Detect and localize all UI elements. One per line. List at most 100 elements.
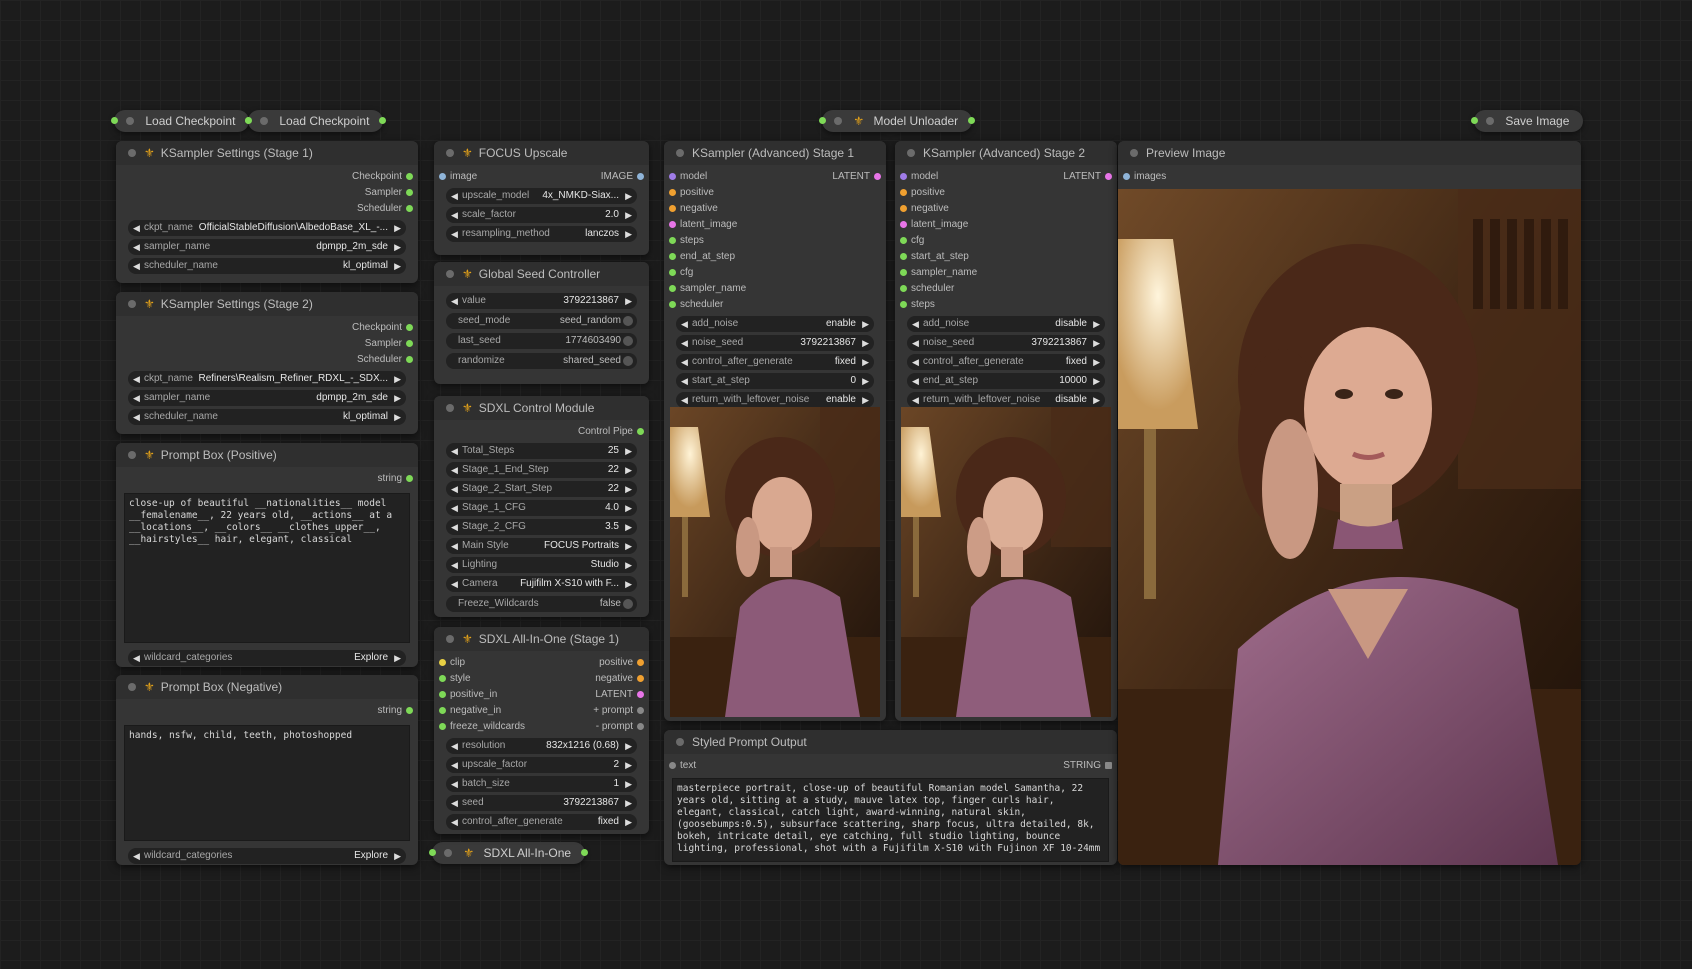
input-slot[interactable] xyxy=(900,285,907,292)
input-dot[interactable] xyxy=(245,117,252,124)
save-image-node[interactable]: Save Image xyxy=(1471,110,1584,132)
node-title-bar[interactable]: ⚜ FOCUS Upscale xyxy=(434,141,649,165)
left-arrow-icon[interactable]: ◀ xyxy=(451,576,458,592)
return-with-leftover-noise-combo[interactable]: ◀ return_with_leftover_noise disable ▶ xyxy=(907,392,1105,408)
add-noise-combo[interactable]: ◀ add_noise disable ▶ xyxy=(907,316,1105,332)
ckpt-name-combo[interactable]: ◀ ckpt_name Refiners\Realism_Refiner_RDXL_… xyxy=(128,371,406,387)
collapse-dot[interactable] xyxy=(128,682,136,691)
collapse-dot[interactable] xyxy=(444,848,452,857)
left-arrow-icon[interactable]: ◀ xyxy=(681,316,688,332)
input-slot[interactable] xyxy=(900,205,907,212)
output-slot[interactable] xyxy=(406,707,413,714)
left-arrow-icon[interactable]: ◀ xyxy=(451,738,458,754)
noise-seed-number[interactable]: ◀ noise_seed 3792213867 ▶ xyxy=(907,335,1105,351)
ckpt-name-combo[interactable]: ◀ ckpt_name OfficialStableDiffusion\Albedo… xyxy=(128,220,406,236)
input-slot[interactable] xyxy=(900,221,907,228)
output-slot[interactable] xyxy=(637,691,644,698)
left-arrow-icon[interactable]: ◀ xyxy=(133,650,140,666)
right-arrow-icon[interactable]: ▶ xyxy=(625,443,632,459)
right-arrow-icon[interactable]: ▶ xyxy=(862,335,869,351)
right-arrow-icon[interactable]: ▶ xyxy=(625,795,632,811)
right-arrow-icon[interactable]: ▶ xyxy=(394,239,401,255)
input-slot[interactable] xyxy=(669,173,676,180)
output-slot[interactable] xyxy=(637,723,644,730)
load-checkpoint-node-2[interactable]: Load Checkpoint xyxy=(245,110,387,132)
input-slot[interactable] xyxy=(1123,173,1130,180)
right-arrow-icon[interactable]: ▶ xyxy=(862,354,869,370)
total-steps-number[interactable]: ◀ Total_Steps 25 ▶ xyxy=(446,443,637,459)
collapse-dot[interactable] xyxy=(446,148,454,157)
collapse-dot[interactable] xyxy=(126,116,134,125)
end-at-step-number[interactable]: ◀ end_at_step 10000 ▶ xyxy=(907,373,1105,389)
right-arrow-icon[interactable]: ▶ xyxy=(1093,373,1100,389)
collapse-dot[interactable] xyxy=(446,269,454,278)
right-arrow-icon[interactable]: ▶ xyxy=(1093,392,1100,408)
input-slot[interactable] xyxy=(900,237,907,244)
right-arrow-icon[interactable]: ▶ xyxy=(625,519,632,535)
output-slot[interactable] xyxy=(406,324,413,331)
left-arrow-icon[interactable]: ◀ xyxy=(133,371,140,387)
node-title-bar[interactable]: KSampler (Advanced) Stage 2 xyxy=(895,141,1117,165)
output-slot[interactable] xyxy=(406,475,413,482)
right-arrow-icon[interactable]: ▶ xyxy=(862,373,869,389)
left-arrow-icon[interactable]: ◀ xyxy=(451,776,458,792)
scale-factor-number[interactable]: ◀ scale_factor 2.0 ▶ xyxy=(446,207,637,223)
sampler-name-combo[interactable]: ◀ sampler_name dpmpp_2m_sde ▶ xyxy=(128,239,406,255)
seed-mode-toggle[interactable]: seed_mode seed_random xyxy=(446,313,637,329)
output-dot[interactable] xyxy=(581,849,589,856)
collapse-dot[interactable] xyxy=(260,116,268,125)
left-arrow-icon[interactable]: ◀ xyxy=(451,757,458,773)
input-slot[interactable] xyxy=(669,189,676,196)
left-arrow-icon[interactable]: ◀ xyxy=(133,390,140,406)
left-arrow-icon[interactable]: ◀ xyxy=(451,462,458,478)
right-arrow-icon[interactable]: ▶ xyxy=(625,557,632,573)
control-after-generate-combo[interactable]: ◀ control_after_generate fixed ▶ xyxy=(676,354,874,370)
stage1-cfg-number[interactable]: ◀ Stage_1_CFG 4.0 ▶ xyxy=(446,500,637,516)
collapse-dot[interactable] xyxy=(907,148,915,157)
input-slot[interactable] xyxy=(669,253,676,260)
input-slot[interactable] xyxy=(439,173,446,180)
input-slot[interactable] xyxy=(669,269,676,276)
input-dot[interactable] xyxy=(111,117,118,124)
styled-prompt-textarea[interactable]: masterpiece portrait, close-up of beauti… xyxy=(672,778,1109,862)
output-dot[interactable] xyxy=(968,117,976,124)
input-slot[interactable] xyxy=(900,269,907,276)
sdxl-all-in-one-node[interactable]: ⚜ SDXL All-In-One xyxy=(429,842,589,864)
start-at-step-number[interactable]: ◀ start_at_step 0 ▶ xyxy=(676,373,874,389)
input-slot[interactable] xyxy=(669,221,676,228)
right-arrow-icon[interactable]: ▶ xyxy=(625,226,632,242)
sampler-name-combo[interactable]: ◀ sampler_name dpmpp_2m_sde ▶ xyxy=(128,390,406,406)
right-arrow-icon[interactable]: ▶ xyxy=(625,293,632,309)
node-title-bar[interactable]: ⚜ Prompt Box (Negative) xyxy=(116,675,418,699)
output-slot[interactable] xyxy=(637,659,644,666)
final-preview-image[interactable] xyxy=(1118,189,1581,865)
right-arrow-icon[interactable]: ▶ xyxy=(625,757,632,773)
output-slot[interactable] xyxy=(406,356,413,363)
input-slot[interactable] xyxy=(439,707,446,714)
output-slot[interactable] xyxy=(637,675,644,682)
right-arrow-icon[interactable]: ▶ xyxy=(625,814,632,830)
output-slot[interactable] xyxy=(637,428,644,435)
prompt-box-negative-node[interactable]: ⚜ Prompt Box (Negative) string hands, nsf… xyxy=(116,675,418,865)
right-arrow-icon[interactable]: ▶ xyxy=(625,738,632,754)
input-slot[interactable] xyxy=(439,675,446,682)
focus-upscale-node[interactable]: ⚜ FOCUS Upscale image IMAGE ◀ upscale_model… xyxy=(434,141,649,255)
right-arrow-icon[interactable]: ▶ xyxy=(625,462,632,478)
node-title-bar[interactable]: Styled Prompt Output xyxy=(664,730,1117,754)
ksampler-settings-stage2-node[interactable]: ⚜ KSampler Settings (Stage 2) Checkpoint … xyxy=(116,292,418,434)
left-arrow-icon[interactable]: ◀ xyxy=(451,481,458,497)
input-slot[interactable] xyxy=(669,237,676,244)
output-slot[interactable] xyxy=(637,707,644,714)
input-dot[interactable] xyxy=(819,117,826,124)
left-arrow-icon[interactable]: ◀ xyxy=(912,335,919,351)
batch-size-number[interactable]: ◀ batch_size 1 ▶ xyxy=(446,776,637,792)
input-slot[interactable] xyxy=(900,173,907,180)
collapse-dot[interactable] xyxy=(128,450,136,459)
right-arrow-icon[interactable]: ▶ xyxy=(862,392,869,408)
input-slot[interactable] xyxy=(669,205,676,212)
collapse-dot[interactable] xyxy=(834,116,842,125)
output-slot[interactable] xyxy=(637,173,644,180)
right-arrow-icon[interactable]: ▶ xyxy=(625,481,632,497)
left-arrow-icon[interactable]: ◀ xyxy=(681,354,688,370)
camera-combo[interactable]: ◀ Camera Fujifilm X-S10 with F... ▶ xyxy=(446,576,637,592)
